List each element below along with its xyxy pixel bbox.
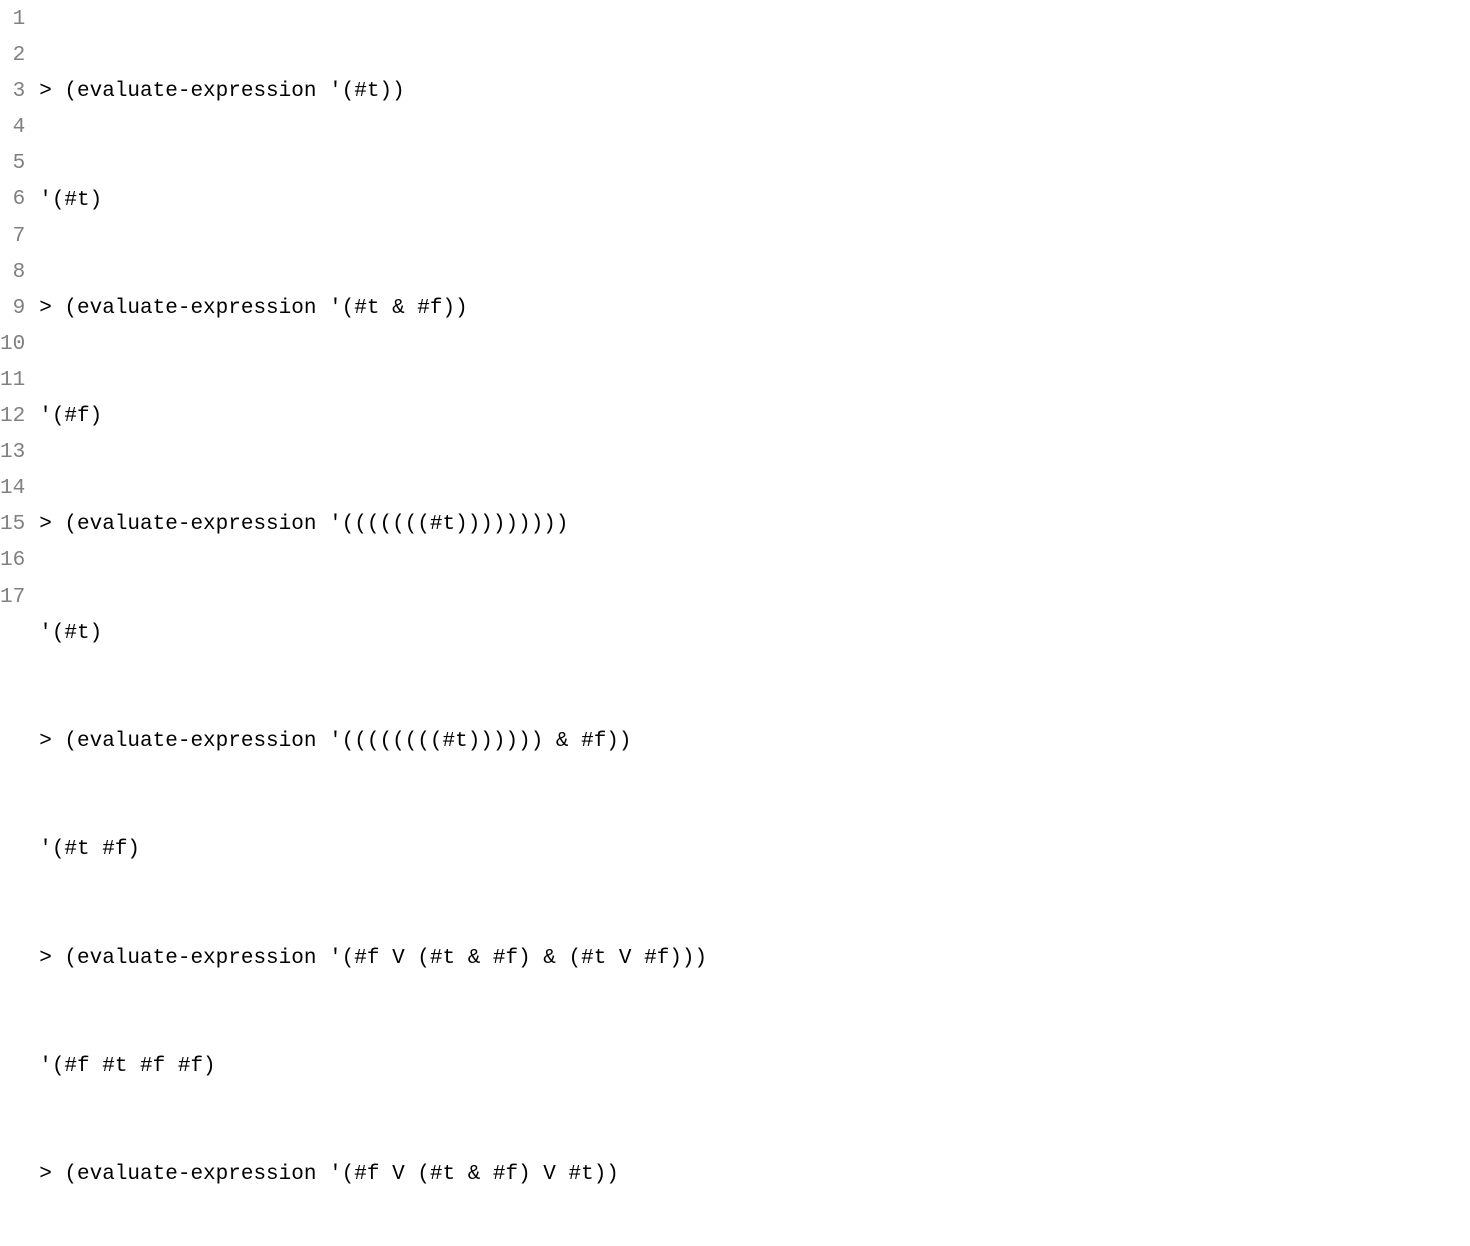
line-number: 16 <box>0 543 25 579</box>
code-line: > (evaluate-expression '(((((((#t)))))))… <box>39 507 795 543</box>
code-line: > (evaluate-expression '((((((((#t))))))… <box>39 724 795 760</box>
line-number: 3 <box>0 74 25 110</box>
line-number: 13 <box>0 435 25 471</box>
code-line: '(#t #f) <box>39 832 795 868</box>
line-number: 5 <box>0 146 25 182</box>
code-line: > (evaluate-expression '(#t)) <box>39 74 795 110</box>
code-content: > (evaluate-expression '(#t)) '(#t) > (e… <box>39 2 795 1246</box>
code-listing: 1 2 3 4 5 6 7 8 9 10 11 12 13 14 15 16 1… <box>0 0 1470 1246</box>
line-number: 8 <box>0 255 25 291</box>
code-line: '(#t) <box>39 616 795 652</box>
line-number: 11 <box>0 363 25 399</box>
line-number: 2 <box>0 38 25 74</box>
line-number: 17 <box>0 580 25 616</box>
line-number: 6 <box>0 182 25 218</box>
line-number-gutter: 1 2 3 4 5 6 7 8 9 10 11 12 13 14 15 16 1… <box>0 2 39 1246</box>
line-number: 9 <box>0 291 25 327</box>
code-line: > (evaluate-expression '(#f V (#t & #f) … <box>39 941 795 977</box>
line-number: 12 <box>0 399 25 435</box>
code-line: '(#f #t #f #f) <box>39 1049 795 1085</box>
line-number: 4 <box>0 110 25 146</box>
line-number: 15 <box>0 507 25 543</box>
code-line: '(#f) <box>39 399 795 435</box>
line-number: 7 <box>0 219 25 255</box>
line-number: 10 <box>0 327 25 363</box>
code-line: > (evaluate-expression '(#t & #f)) <box>39 291 795 327</box>
line-number: 1 <box>0 2 25 38</box>
code-line: '(#t) <box>39 183 795 219</box>
code-line: > (evaluate-expression '(#f V (#t & #f) … <box>39 1157 795 1193</box>
line-number: 14 <box>0 471 25 507</box>
